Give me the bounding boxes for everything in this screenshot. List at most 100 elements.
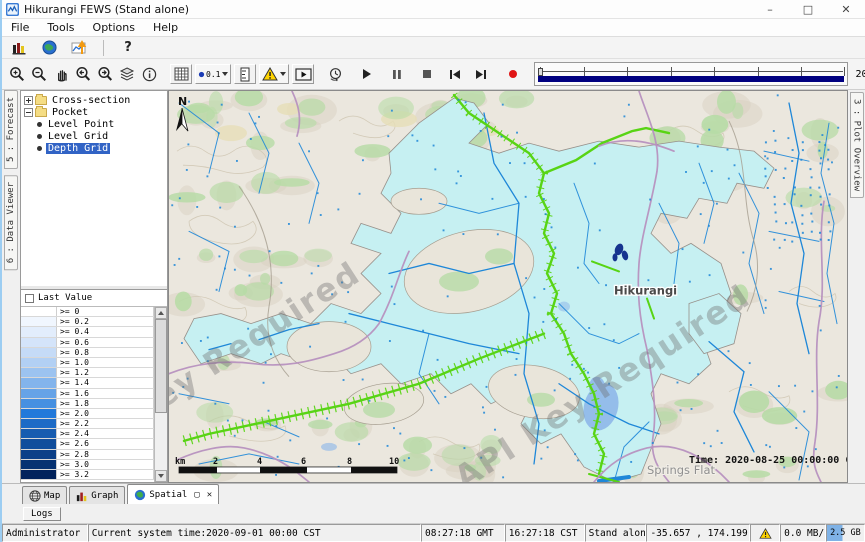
- legend-row[interactable]: >= 2.2: [21, 419, 154, 429]
- grid-display-button[interactable]: [170, 64, 192, 84]
- legend-scrollbar[interactable]: [154, 307, 167, 482]
- tree-item-level-point[interactable]: Level Point: [23, 118, 167, 130]
- maximize-button[interactable]: □: [789, 0, 827, 19]
- step-forward-icon: [475, 69, 487, 80]
- town-label: Hikurangi: [614, 284, 677, 298]
- tab-spatial-label: Spatial: [149, 490, 187, 500]
- legend-row[interactable]: >= 1.8: [21, 399, 154, 409]
- last-value-checkbox[interactable]: [25, 294, 34, 303]
- right-tab-strip: 3 : Plot Overview: [848, 90, 865, 483]
- vertical-profile-button[interactable]: [234, 64, 256, 84]
- legend-row-label: >= 0.8: [57, 348, 154, 357]
- close-button[interactable]: ✕: [827, 0, 865, 19]
- timeline-slider[interactable]: [534, 62, 848, 86]
- status-memory: 2.5 GB: [826, 524, 865, 542]
- spatial-map[interactable]: API Key Required API Key Required N Hiku…: [168, 90, 848, 483]
- tab-spatial[interactable]: Spatial ▢ ✕: [127, 484, 219, 504]
- legend-row[interactable]: >= 1.2: [21, 368, 154, 378]
- menu-file[interactable]: File: [2, 19, 38, 37]
- collapse-minus-icon[interactable]: [24, 108, 33, 117]
- tab-forecast[interactable]: 5 : Forecast: [4, 90, 18, 169]
- tab-data-viewer[interactable]: 6 : Data Viewer: [4, 175, 18, 270]
- scroll-down-button[interactable]: [155, 470, 167, 482]
- play-button[interactable]: [356, 64, 378, 84]
- expand-plus-icon[interactable]: [24, 96, 33, 105]
- animation-button[interactable]: [292, 64, 314, 84]
- thresholds-dropdown[interactable]: [259, 64, 289, 84]
- node-bullet-icon: [37, 134, 42, 139]
- profile-display-button[interactable]: [68, 38, 90, 58]
- zoom-out-button[interactable]: [28, 64, 50, 84]
- title-bar: Hikurangi FEWS (Stand alone) – □ ✕: [2, 0, 865, 19]
- globe-explorer-icon: [42, 40, 57, 55]
- left-panel: Cross-section Pocket Level Point Level G…: [20, 90, 168, 483]
- step-forward-button[interactable]: [470, 64, 492, 84]
- graph-bars-icon: [76, 490, 88, 502]
- legend-row[interactable]: >= 2.4: [21, 429, 154, 439]
- legend-row[interactable]: >= 0.6: [21, 338, 154, 348]
- tree-item-label: Level Point: [46, 119, 116, 130]
- layers-button[interactable]: [116, 64, 138, 84]
- legend-rows: >= 0>= 0.2>= 0.4>= 0.6>= 0.8>= 1.0>= 1.2…: [21, 307, 154, 482]
- legend-row[interactable]: >= 2.0: [21, 409, 154, 419]
- legend-row[interactable]: >= 3.2: [21, 470, 154, 480]
- stop-button[interactable]: [416, 64, 438, 84]
- legend-row-label: >= 0.6: [57, 338, 154, 347]
- explorer-globe-button[interactable]: [38, 38, 60, 58]
- tab-plot-overview[interactable]: 3 : Plot Overview: [850, 92, 864, 198]
- legend-row[interactable]: >= 0.4: [21, 327, 154, 337]
- zoom-previous-button[interactable]: [72, 64, 94, 84]
- legend-row-label: >= 1.4: [57, 378, 154, 387]
- minimize-button[interactable]: –: [751, 0, 789, 19]
- scroll-up-button[interactable]: [155, 307, 167, 319]
- tree-item-cross-section[interactable]: Cross-section: [23, 94, 167, 106]
- zoom-in-button[interactable]: [6, 64, 28, 84]
- scrollbar-track[interactable]: [155, 319, 167, 470]
- legend-color-swatch: [21, 460, 57, 469]
- legend-row[interactable]: >= 1.0: [21, 358, 154, 368]
- timeline-track: [539, 71, 843, 72]
- legend-row-label: >= 0.2: [57, 317, 154, 326]
- legend-row-label: >= 1.8: [57, 399, 154, 408]
- legend-row[interactable]: >= 0.2: [21, 317, 154, 327]
- legend-row[interactable]: >= 0.8: [21, 348, 154, 358]
- tree-item-pocket[interactable]: Pocket: [23, 106, 167, 118]
- menu-tools[interactable]: Tools: [38, 19, 83, 37]
- pan-button[interactable]: [50, 64, 72, 84]
- classbreaks-dropdown[interactable]: 0.1: [195, 64, 231, 84]
- legend-panel: Last Value >= 0>= 0.2>= 0.4>= 0.6>= 0.8>…: [21, 289, 167, 482]
- record-button[interactable]: [502, 64, 524, 84]
- tab-graph[interactable]: Graph: [69, 486, 125, 504]
- rewind-clock-button[interactable]: [324, 64, 346, 84]
- tree-item-depth-grid[interactable]: Depth Grid: [23, 142, 167, 154]
- legend-row[interactable]: >= 2.8: [21, 450, 154, 460]
- status-bar: Administrator Current system time:2020-0…: [2, 524, 865, 542]
- help-button[interactable]: ?: [117, 38, 139, 58]
- step-back-button[interactable]: [444, 64, 466, 84]
- info-button[interactable]: [138, 64, 160, 84]
- legend-color-swatch: [21, 419, 57, 428]
- legend-row[interactable]: >= 3.0: [21, 460, 154, 470]
- pause-button[interactable]: [386, 64, 408, 84]
- info-icon: [142, 67, 157, 82]
- timeline-current-time: 2020-08-25 00:00:00 CST: [855, 69, 865, 80]
- logs-button[interactable]: Logs: [23, 507, 61, 521]
- database-status-button[interactable]: [8, 38, 30, 58]
- legend-color-swatch: [21, 368, 57, 377]
- legend-row[interactable]: >= 1.4: [21, 378, 154, 388]
- legend-row[interactable]: >= 0: [21, 307, 154, 317]
- tab-close-icon[interactable]: ✕: [207, 490, 212, 500]
- menu-options[interactable]: Options: [84, 19, 144, 37]
- tab-map[interactable]: Map: [22, 486, 67, 504]
- tree-item-level-grid[interactable]: Level Grid: [23, 130, 167, 142]
- legend-row-label: >= 0: [57, 307, 154, 316]
- legend-row[interactable]: >= 1.6: [21, 389, 154, 399]
- tab-maximize-icon[interactable]: ▢: [194, 490, 199, 500]
- menu-help[interactable]: Help: [144, 19, 187, 37]
- scrollbar-thumb[interactable]: [155, 319, 167, 413]
- zoom-next-button[interactable]: [94, 64, 116, 84]
- animation-icon: [295, 68, 312, 81]
- legend-row[interactable]: >= 2.6: [21, 439, 154, 449]
- legend-color-swatch: [21, 317, 57, 326]
- timeline-handle[interactable]: [538, 68, 543, 76]
